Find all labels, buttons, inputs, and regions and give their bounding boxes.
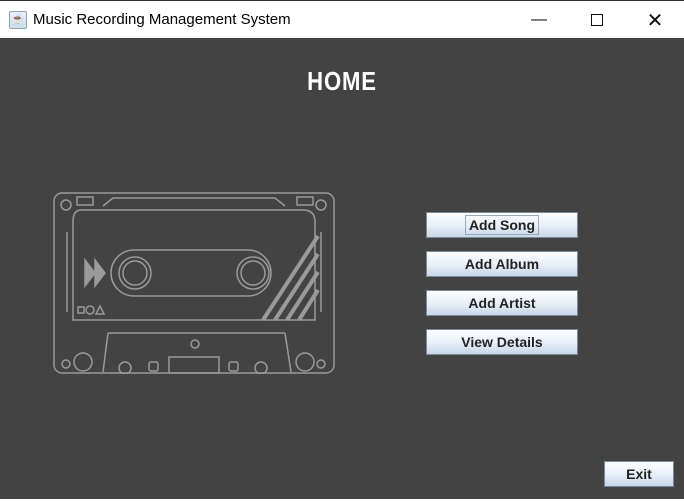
cassette-image [53,192,335,374]
minimize-icon: — [531,11,547,28]
close-button[interactable]: ✕ [632,7,678,33]
close-icon: ✕ [646,9,664,32]
title-bar: ☕ Music Recording Management System — ✕ [0,0,684,38]
add-artist-button[interactable]: Add Artist [426,290,578,316]
maximize-icon [591,14,603,26]
add-song-button[interactable]: Add Song [426,212,578,238]
view-details-button[interactable]: View Details [426,329,578,355]
exit-button[interactable]: Exit [604,461,674,487]
add-song-label: Add Song [464,215,540,235]
window-title: Music Recording Management System [33,11,291,28]
java-app-icon: ☕ [9,11,27,29]
maximize-button[interactable] [574,7,620,33]
home-panel: HOME Add Song Add Album Add Artist View … [0,38,684,499]
page-title: HOME [307,66,377,96]
minimize-button[interactable]: — [516,7,562,33]
add-album-button[interactable]: Add Album [426,251,578,277]
